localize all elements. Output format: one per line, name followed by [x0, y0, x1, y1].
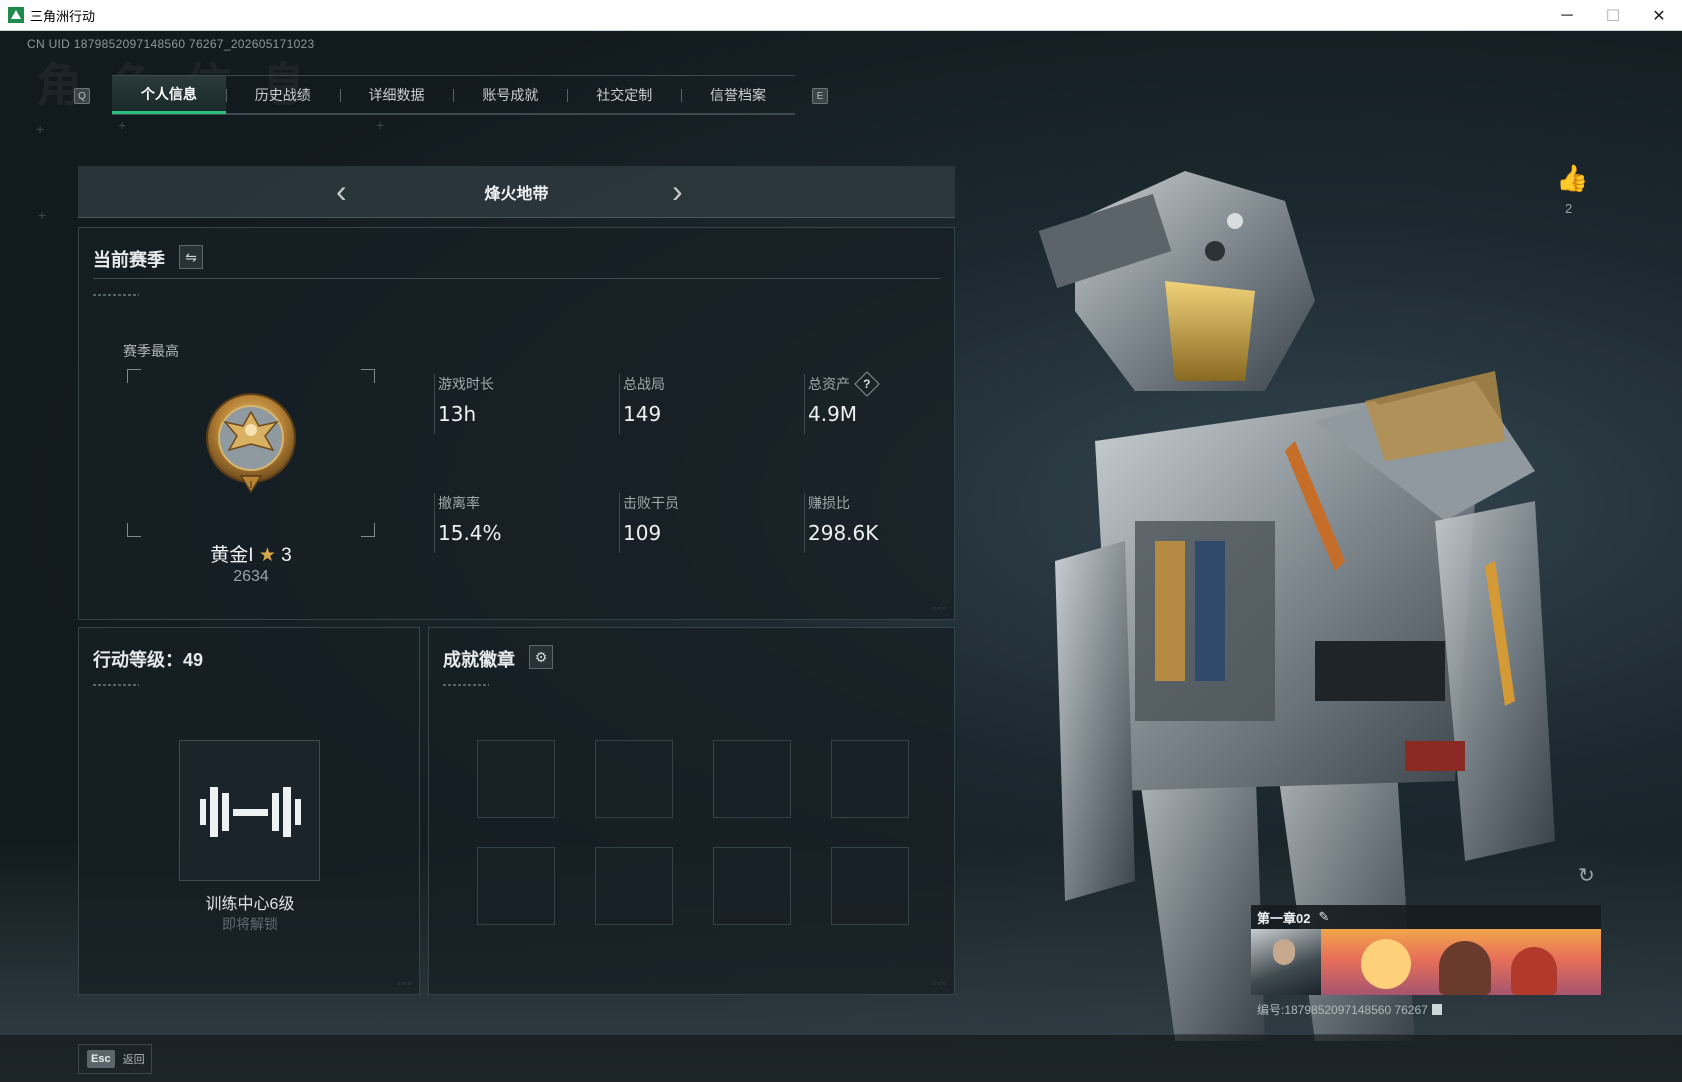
badge-slot[interactable] — [713, 847, 791, 925]
card-id-text: 编号:1879852097148560 76267 — [1257, 1003, 1428, 1017]
minimize-button[interactable]: ─ — [1544, 0, 1590, 31]
game-viewport: 角 色 信 息 CN UID 1879852097148560 76267_20… — [0, 31, 1682, 1082]
esc-key-hint: Esc — [87, 1050, 115, 1068]
operation-level-title: 行动等级：49 — [93, 650, 204, 670]
tab-detailed-data[interactable]: 详细数据 — [339, 76, 454, 114]
close-button[interactable]: ✕ — [1636, 0, 1682, 31]
dumbbell-icon — [200, 787, 301, 837]
mode-title: 烽火地带 — [484, 185, 549, 203]
stat-profit-loss-ratio: 赚损比 298.6K — [804, 493, 974, 553]
badge-slot[interactable] — [713, 740, 791, 818]
badge-slot[interactable] — [595, 847, 673, 925]
edit-icon[interactable]: ✎ — [1318, 909, 1329, 925]
crosshair-decoration: + — [36, 121, 45, 137]
crosshair-decoration: + — [118, 117, 127, 133]
mode-selector: ‹ 烽火地带 › — [78, 166, 955, 218]
stat-total-matches: 总战局 149 — [619, 374, 789, 434]
tab-credit-record[interactable]: 信誉档案 — [681, 76, 795, 114]
like-count: 2 — [1565, 201, 1573, 216]
corner-decoration: ▫▫▫ — [932, 978, 948, 988]
rank-title: 黄金I — [210, 545, 254, 566]
tab-match-history[interactable]: 历史战绩 — [225, 76, 340, 114]
badge-slot[interactable] — [831, 740, 909, 818]
tab-achievements[interactable]: 账号成就 — [453, 76, 567, 114]
stat-total-assets: 总资产 ? 4.9M — [804, 371, 974, 434]
bottom-bar: Esc 返回 — [0, 1034, 1682, 1082]
season-best-label: 赛季最高 — [123, 343, 179, 359]
stat-extraction-rate: 撤离率 15.4% — [434, 493, 604, 553]
season-title: 当前赛季 — [93, 250, 165, 270]
gold-rank-emblem-icon: I — [206, 393, 296, 494]
chevron-left-icon[interactable]: ‹ — [336, 175, 347, 207]
crosshair-decoration: + — [38, 207, 47, 223]
achievement-badges-panel: 成就徽章 ⚙ ▫▫▫ — [428, 627, 955, 995]
rotate-icon[interactable]: ↻ — [1578, 863, 1595, 888]
profile-card[interactable]: 第一章02 ✎ 编号:1879852097148560 76267 — [1251, 905, 1601, 1017]
avatar — [1251, 929, 1321, 995]
swap-season-icon[interactable]: ⇋ — [179, 245, 203, 269]
divider — [443, 684, 489, 686]
star-icon: ★ — [258, 545, 276, 566]
uid-text: CN UID 1879852097148560 76267_2026051710… — [27, 37, 315, 51]
achievement-badges-title: 成就徽章 — [443, 650, 515, 670]
card-id: 编号:1879852097148560 76267 — [1257, 1001, 1442, 1018]
badge-slot[interactable] — [595, 740, 673, 818]
window-titlebar: 三角洲行动 ─ ☐ ✕ — [0, 0, 1682, 31]
tab-personal-info[interactable]: 个人信息 — [112, 76, 226, 114]
badge-slot[interactable] — [831, 847, 909, 925]
back-button[interactable]: Esc 返回 — [78, 1044, 152, 1074]
card-header: 第一章02 ✎ — [1251, 905, 1601, 929]
corner-decoration: ▫▫▫ — [397, 978, 413, 988]
corner-decoration: ▫▫▫ — [932, 603, 948, 613]
copy-icon[interactable] — [1431, 1004, 1442, 1015]
divider — [93, 294, 139, 296]
rank-score: 2634 — [233, 568, 269, 585]
window-title: 三角洲行动 — [30, 8, 96, 24]
thumbs-up-icon[interactable]: 👍 — [1556, 163, 1588, 194]
stat-label: 总资产 — [808, 376, 850, 392]
card-banner-image — [1321, 929, 1601, 995]
crosshair-decoration: + — [376, 117, 385, 133]
back-label: 返回 — [122, 1054, 145, 1066]
help-icon[interactable]: ? — [854, 371, 880, 397]
rank-star-count: 3 — [281, 545, 292, 566]
divider — [93, 684, 139, 686]
divider — [93, 278, 940, 279]
badge-status: 即将解锁 — [222, 916, 278, 932]
operation-level-panel: 行动等级：49 训练中心6级 即将解锁 ▫▫▫ — [78, 627, 420, 995]
season-panel: 当前赛季 ⇋ 赛季最高 I 黄金I ★ 3 2634 游戏时长 13h 总战局 … — [78, 227, 955, 620]
stat-play-time: 游戏时长 13h — [434, 374, 604, 434]
app-logo-icon — [8, 7, 24, 23]
svg-text:I: I — [250, 480, 253, 491]
chevron-right-icon[interactable]: › — [672, 175, 683, 207]
badge-caption: 训练中心6级 — [205, 896, 295, 913]
tab-next-key-hint[interactable]: E — [812, 88, 828, 104]
maximize-button[interactable]: ☐ — [1590, 0, 1636, 31]
badge-slot[interactable] — [477, 740, 555, 818]
stat-operators-defeated: 击败干员 109 — [619, 493, 789, 553]
rank-name: 黄金I ★ 3 — [127, 540, 375, 567]
gear-icon[interactable]: ⚙ — [529, 645, 553, 669]
badge-slot[interactable] — [477, 847, 555, 925]
card-title: 第一章02 — [1257, 910, 1311, 926]
tab-social-custom[interactable]: 社交定制 — [567, 76, 681, 114]
training-center-badge[interactable] — [179, 740, 320, 881]
tab-prev-key-hint[interactable]: Q — [74, 88, 90, 104]
